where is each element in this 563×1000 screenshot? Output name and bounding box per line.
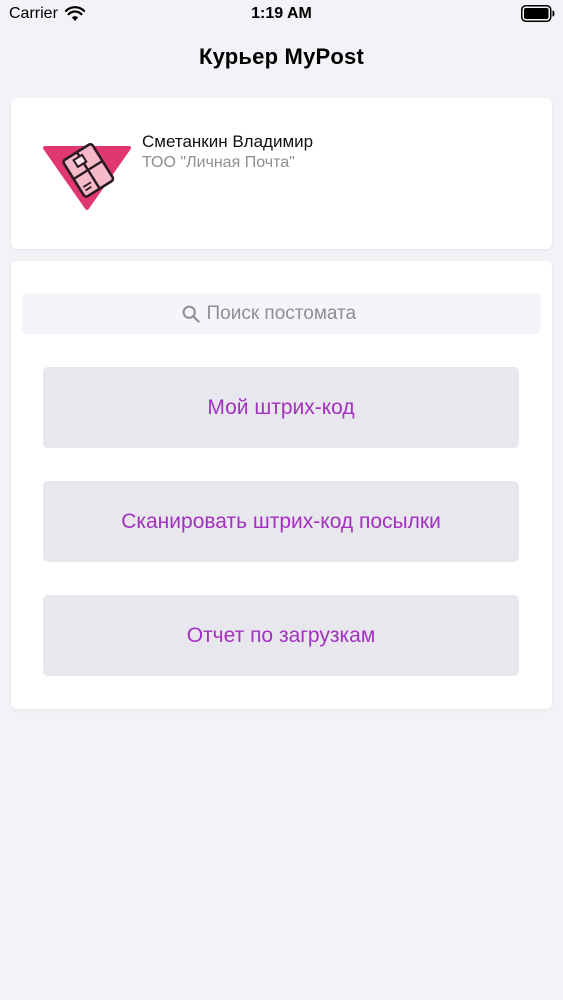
my-barcode-button[interactable]: Мой штрих-код [43,367,519,448]
search-input[interactable] [206,302,382,325]
search-icon [182,305,200,323]
page-title: Курьер MyPost [199,44,364,69]
user-name: Сметанкин Владимир [142,132,314,151]
status-time: 1:19 AM [251,5,312,22]
mypost-logo-icon [43,143,131,210]
search-bar[interactable] [22,293,541,334]
profile-card: Сметанкин Владимир ТОО "Личная Почта" [11,98,552,249]
upload-report-button[interactable]: Отчет по загрузкам [43,595,519,676]
battery-full-icon [521,5,555,22]
scan-barcode-button[interactable]: Сканировать штрих-код посылки [43,481,519,562]
menu-card: Мой штрих-код Сканировать штрих-код посы… [11,261,552,709]
status-bar: Carrier 1:19 AM [0,0,563,30]
company-name: ТОО "Личная Почта" [142,154,295,171]
